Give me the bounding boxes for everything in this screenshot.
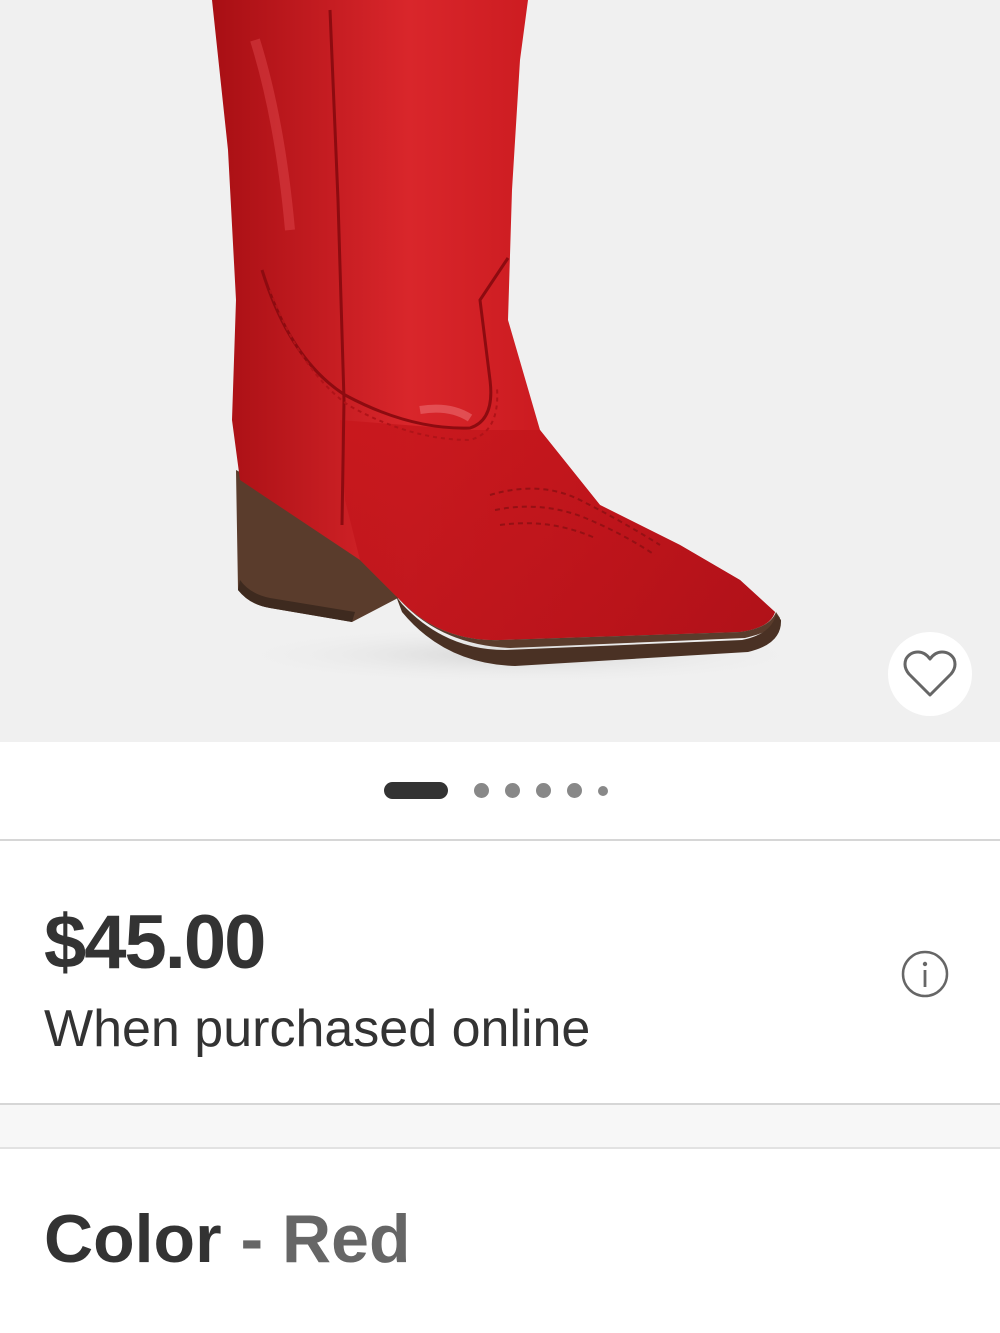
carousel-dot[interactable] xyxy=(505,783,520,798)
heart-icon xyxy=(903,650,957,697)
color-label: Color xyxy=(44,1201,222,1277)
carousel-dot[interactable] xyxy=(474,783,489,798)
price-section: $45.00 When purchased online xyxy=(0,841,1000,1103)
color-separator: - xyxy=(240,1201,264,1277)
product-image-carousel[interactable] xyxy=(0,0,1000,742)
carousel-dot[interactable] xyxy=(598,785,608,796)
favorite-button[interactable] xyxy=(888,632,972,716)
color-selection-heading: Color - Red xyxy=(44,1200,410,1278)
carousel-indicator[interactable] xyxy=(0,742,1000,839)
section-spacer xyxy=(0,1105,1000,1147)
carousel-dot[interactable] xyxy=(536,783,551,798)
product-page: $45.00 When purchased online Color - Red xyxy=(0,0,1000,1333)
product-image xyxy=(212,0,820,685)
selected-color-value: Red xyxy=(282,1201,411,1277)
divider xyxy=(0,1147,1000,1149)
carousel-dot-active[interactable] xyxy=(384,782,448,799)
info-icon[interactable] xyxy=(900,949,950,999)
product-price: $45.00 xyxy=(44,900,266,985)
price-note: When purchased online xyxy=(44,1000,591,1058)
carousel-dot[interactable] xyxy=(567,783,582,798)
